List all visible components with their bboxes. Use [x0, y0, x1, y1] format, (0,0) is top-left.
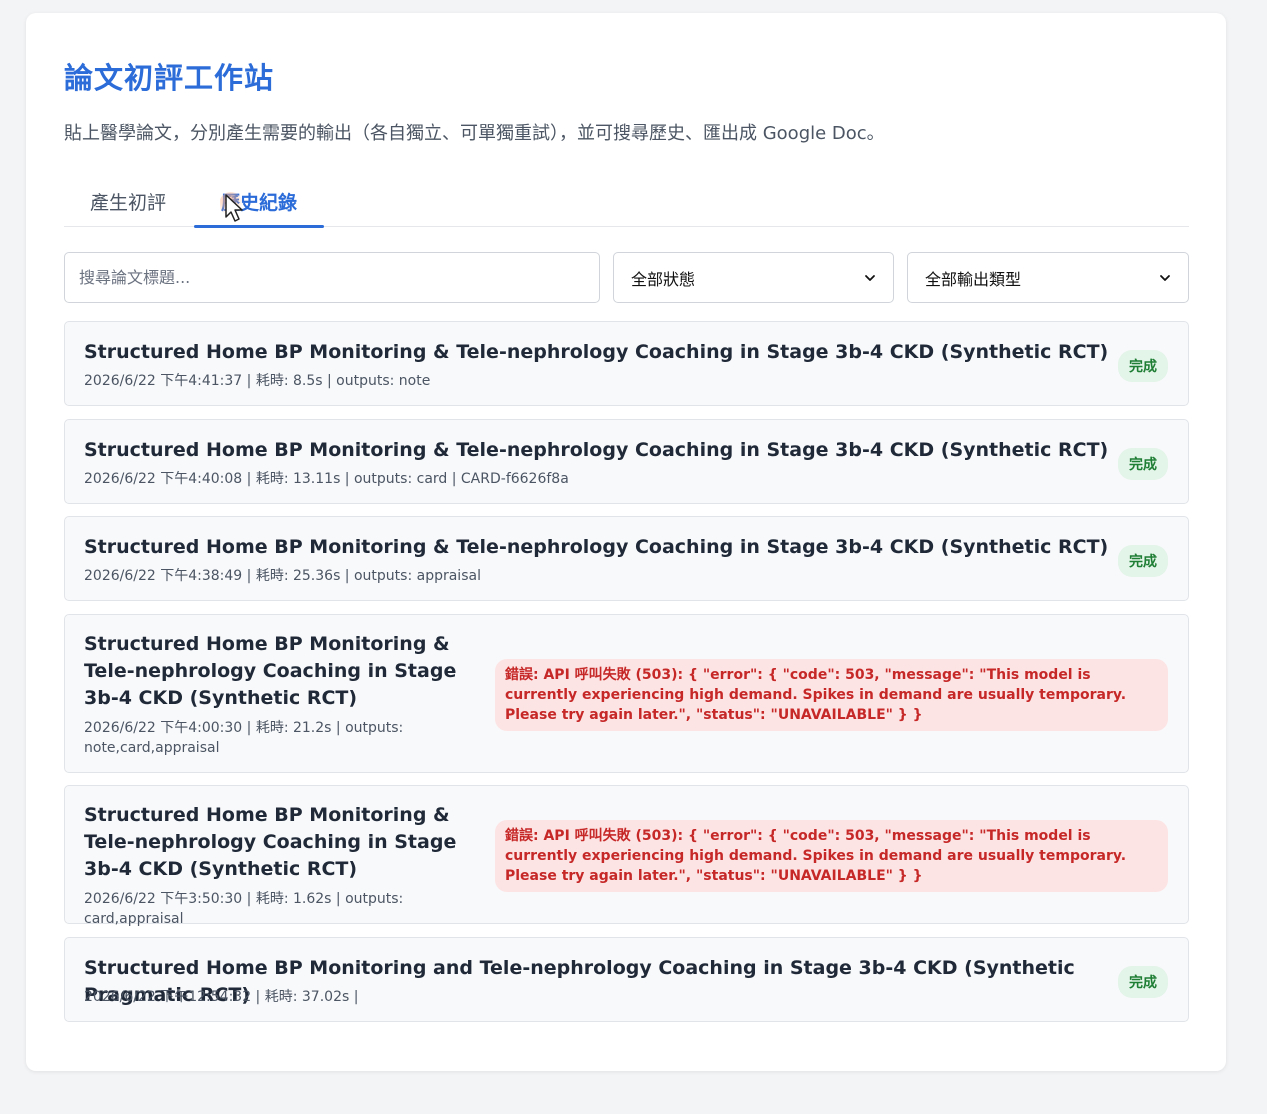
history-item[interactable]: Structured Home BP Monitoring & Tele-nep… [64, 785, 1189, 927]
history-item-title: Structured Home BP Monitoring & Tele-nep… [84, 439, 1109, 461]
error-message: 錯誤: API 呼叫失敗 (503): { "error": { "code":… [495, 659, 1168, 731]
status-filter-value: 全部狀態 [631, 269, 696, 289]
output-type-filter-select[interactable]: 全部輸出類型 [907, 252, 1189, 303]
status-badge: 完成 [1118, 448, 1168, 480]
history-item[interactable]: Structured Home BP Monitoring and Tele-n… [64, 937, 1189, 1022]
history-item[interactable]: Structured Home BP Monitoring & Tele-nep… [64, 614, 1189, 773]
history-item-title: Structured Home BP Monitoring & Tele-nep… [84, 341, 1109, 363]
error-message: 錯誤: API 呼叫失敗 (503): { "error": { "code":… [495, 820, 1168, 892]
history-item-title: Structured Home BP Monitoring & Tele-nep… [84, 536, 1109, 558]
status-filter-select[interactable]: 全部狀態 [613, 252, 894, 303]
tab-history[interactable]: 歷史紀錄 [194, 176, 324, 228]
history-item-title: Structured Home BP Monitoring & Tele-nep… [84, 633, 457, 709]
chevron-down-icon [865, 274, 875, 281]
tab-generate[interactable]: 產生初評 [64, 176, 192, 227]
chevron-down-icon [1160, 274, 1170, 281]
page-title: 論文初評工作站 [64, 61, 275, 95]
page-subtitle: 貼上醫學論文，分別產生需要的輸出（各自獨立、可單獨重試），並可搜尋歷史、匯出成 … [64, 123, 885, 144]
output-type-filter-value: 全部輸出類型 [925, 269, 1022, 289]
status-badge: 完成 [1118, 350, 1168, 382]
search-input[interactable] [64, 252, 600, 303]
status-badge: 完成 [1118, 545, 1168, 577]
history-item[interactable]: Structured Home BP Monitoring & Tele-nep… [64, 419, 1189, 504]
history-item[interactable]: Structured Home BP Monitoring & Tele-nep… [64, 516, 1189, 601]
history-item-meta: 2026/6/22 下午3:50:30 | 耗時: 1.62s | output… [84, 891, 404, 927]
history-item[interactable]: Structured Home BP Monitoring & Tele-nep… [64, 321, 1189, 406]
history-item-meta: 2026/6/22 下午4:38:49 | 耗時: 25.36s | outpu… [84, 568, 481, 584]
pointer-cursor-icon [220, 192, 243, 222]
history-item-meta: 2026/6/22 下午4:40:08 | 耗時: 13.11s | outpu… [84, 471, 569, 487]
history-item-title: Structured Home BP Monitoring & Tele-nep… [84, 804, 457, 880]
history-item-meta: 2026/6/22 下午4:00:30 | 耗時: 21.2s | output… [84, 720, 404, 756]
history-item-meta: 2026/6/22 下午12:54:32 | 耗時: 37.02s | [84, 989, 359, 1005]
history-item-meta: 2026/6/22 下午4:41:37 | 耗時: 8.5s | outputs… [84, 373, 431, 389]
status-badge: 完成 [1118, 966, 1168, 998]
main-card: 論文初評工作站 貼上醫學論文，分別產生需要的輸出（各自獨立、可單獨重試），並可搜… [26, 13, 1226, 1071]
